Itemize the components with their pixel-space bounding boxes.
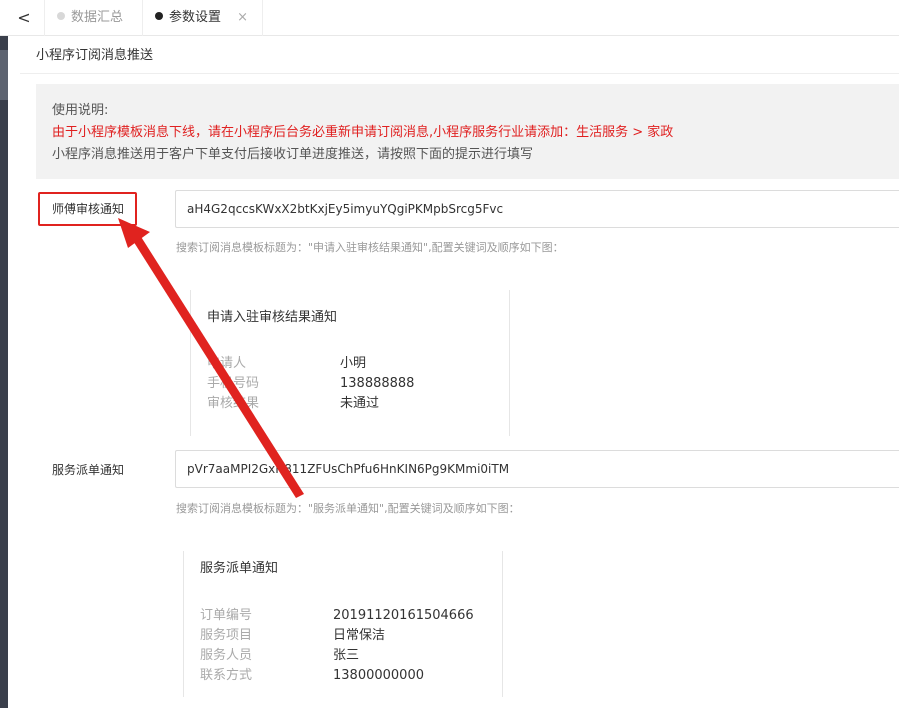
- preview-card-row: 服务人员 张三: [200, 646, 490, 666]
- service-dispatch-template-id-input[interactable]: pVr7aaMPI2GxH811ZFUsChPfu6HnKIN6Pg9KMmi0…: [175, 450, 899, 488]
- annotation-highlight-box: [38, 192, 137, 226]
- tab-status-dot-icon: [155, 12, 163, 20]
- tab-data-summary[interactable]: 数据汇总: [44, 0, 143, 36]
- tab-close-icon[interactable]: ×: [237, 0, 248, 36]
- preview-key: 申请人: [207, 356, 247, 371]
- master-review-hint: 搜索订阅消息模板标题为："申请入驻审核结果通知",配置关键词及顺序如下图：: [176, 241, 564, 254]
- preview-key: 手机号码: [207, 376, 260, 391]
- preview-key: 服务人员: [200, 648, 253, 663]
- back-arrow-icon[interactable]: <: [14, 8, 34, 28]
- preview-key: 服务项目: [200, 628, 253, 643]
- preview-value: 张三: [333, 648, 360, 663]
- section-title: 小程序订阅消息推送: [36, 48, 154, 63]
- tab-label: 数据汇总: [71, 10, 124, 25]
- preview-key: 订单编号: [200, 608, 253, 623]
- sidebar-scroll-thumb[interactable]: [0, 50, 8, 100]
- preview-key: 审核结果: [207, 396, 260, 411]
- service-dispatch-notice-label: 服务派单通知: [52, 463, 125, 477]
- tab-parameter-settings[interactable]: 参数设置 ×: [143, 0, 263, 36]
- preview-card-row: 联系方式 13800000000: [200, 666, 490, 686]
- section-divider: [20, 73, 899, 74]
- service-dispatch-template-preview: 服务派单通知 订单编号 20191120161504666 服务项目 日常保洁 …: [183, 551, 503, 697]
- preview-card-title: 申请入驻审核结果通知: [207, 310, 338, 325]
- preview-value: 日常保洁: [333, 628, 386, 643]
- preview-card-row: 申请人 小明: [207, 354, 497, 374]
- preview-card-row: 手机号码 138888888: [207, 374, 497, 394]
- tab-bar: < 数据汇总 参数设置 ×: [0, 0, 899, 36]
- preview-card-row: 服务项目 日常保洁: [200, 626, 490, 646]
- preview-value: 13800000000: [333, 668, 424, 683]
- preview-value: 20191120161504666: [333, 608, 474, 623]
- preview-card-title: 服务派单通知: [200, 561, 279, 576]
- preview-value: 138888888: [340, 376, 415, 391]
- master-review-template-preview: 申请入驻审核结果通知 申请人 小明 手机号码 138888888 审核结果 未通…: [190, 290, 510, 436]
- tab-label: 参数设置: [169, 10, 222, 25]
- usage-notice: 使用说明: 由于小程序模板消息下线，请在小程序后台务必重新申请订阅消息,小程序服…: [36, 84, 899, 179]
- left-sidebar-strip: [0, 36, 8, 708]
- preview-card-row: 订单编号 20191120161504666: [200, 606, 490, 626]
- master-review-template-id-input[interactable]: aH4G2qccsKWxX2btKxjEy5imyuYQgiPKMpbSrcg5…: [175, 190, 899, 228]
- notice-description: 小程序消息推送用于客户下单支付后接收订单进度推送，请按照下面的提示进行填写: [52, 147, 534, 162]
- notice-title: 使用说明:: [52, 103, 109, 118]
- preview-value: 小明: [340, 356, 367, 371]
- preview-card-row: 审核结果 未通过: [207, 394, 497, 414]
- preview-key: 联系方式: [200, 668, 253, 683]
- tab-status-dot-icon: [57, 12, 65, 20]
- notice-warning-text: 由于小程序模板消息下线，请在小程序后台务必重新申请订阅消息,小程序服务行业请添加…: [52, 125, 674, 140]
- preview-value: 未通过: [340, 396, 380, 411]
- service-dispatch-hint: 搜索订阅消息模板标题为："服务派单通知",配置关键词及顺序如下图：: [176, 502, 520, 515]
